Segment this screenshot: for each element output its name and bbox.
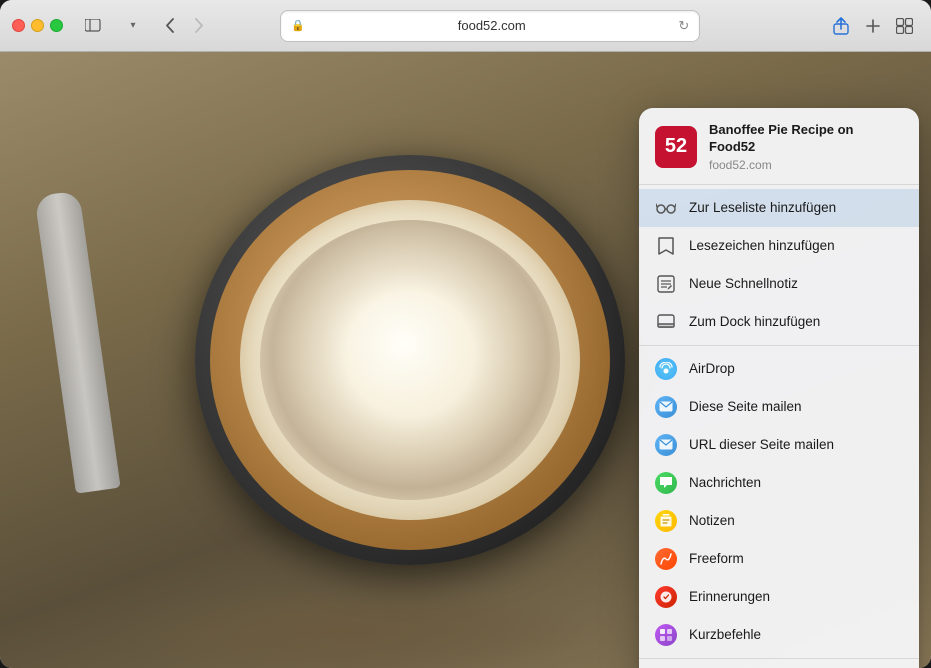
nav-buttons	[155, 12, 213, 40]
sidebar-toggle-button[interactable]	[79, 12, 107, 40]
messages-icon	[655, 472, 677, 494]
menu-item-reminders[interactable]: Erinnerungen	[639, 578, 919, 616]
pie-cream	[240, 200, 580, 520]
reminders-icon	[655, 586, 677, 608]
menu-item-bookmark-label: Lesezeichen hinzufügen	[689, 239, 835, 253]
cocoa-dusting	[260, 220, 560, 500]
menu-item-quicknote-label: Neue Schnellnotiz	[689, 277, 798, 291]
menu-item-bookmark[interactable]: Lesezeichen hinzufügen	[639, 227, 919, 265]
quicknote-icon	[655, 273, 677, 295]
menu-item-dock-label: Zum Dock hinzufügen	[689, 315, 820, 329]
plate	[195, 155, 625, 565]
menu-item-dock[interactable]: Zum Dock hinzufügen	[639, 303, 919, 341]
spoon-decoration	[34, 190, 120, 493]
tab-overview-button[interactable]	[891, 12, 919, 40]
menu-item-freeform[interactable]: Freeform	[639, 540, 919, 578]
minimize-button[interactable]	[31, 19, 44, 32]
share-menu: 52 Banoffee Pie Recipe on Food52 food52.…	[639, 108, 919, 668]
mail-url-icon	[655, 434, 677, 456]
menu-item-shortcuts[interactable]: Kurzbefehle	[639, 616, 919, 654]
menu-item-mail-page[interactable]: Diese Seite mailen	[639, 388, 919, 426]
site-info: Banoffee Pie Recipe on Food52 food52.com	[709, 122, 903, 172]
glasses-icon	[655, 197, 677, 219]
menu-item-shortcuts-label: Kurzbefehle	[689, 628, 761, 642]
menu-item-quicknote[interactable]: Neue Schnellnotiz	[639, 265, 919, 303]
content-area: 52 Banoffee Pie Recipe on Food52 food52.…	[0, 52, 931, 668]
browser-toolbar: ▾ 🔒 food52.com ↻	[0, 0, 931, 52]
reload-button[interactable]: ↻	[678, 18, 689, 34]
shortcuts-icon	[655, 624, 677, 646]
sidebar-chevron-icon[interactable]: ▾	[119, 12, 147, 40]
site-title: Banoffee Pie Recipe on Food52	[709, 122, 903, 156]
menu-divider-1	[639, 345, 919, 346]
menu-item-airdrop-label: AirDrop	[689, 362, 735, 376]
back-button[interactable]	[155, 12, 183, 40]
airdrop-icon	[655, 358, 677, 380]
menu-item-freeform-label: Freeform	[689, 552, 744, 566]
menu-item-notes[interactable]: Notizen	[639, 502, 919, 540]
maximize-button[interactable]	[50, 19, 63, 32]
share-button[interactable]	[827, 12, 855, 40]
menu-item-mail-page-label: Diese Seite mailen	[689, 400, 802, 414]
menu-header: 52 Banoffee Pie Recipe on Food52 food52.…	[639, 108, 919, 185]
menu-item-messages[interactable]: Nachrichten	[639, 464, 919, 502]
menu-footer: Erweiterungen bearbeiten ...	[639, 663, 919, 668]
traffic-lights	[12, 19, 63, 32]
menu-item-reminders-label: Erinnerungen	[689, 590, 770, 604]
menu-item-notes-label: Notizen	[689, 514, 735, 528]
forward-button[interactable]	[185, 12, 213, 40]
menu-item-reading-list-label: Zur Leseliste hinzufügen	[689, 201, 836, 215]
security-icon: 🔒	[291, 19, 305, 32]
toolbar-right-actions	[827, 12, 919, 40]
bookmark-icon	[655, 235, 677, 257]
menu-item-messages-label: Nachrichten	[689, 476, 761, 490]
menu-items-list: Zur Leseliste hinzufügen Lesezeichen hin…	[639, 185, 919, 668]
menu-item-reading-list[interactable]: Zur Leseliste hinzufügen	[639, 189, 919, 227]
menu-item-mail-url[interactable]: URL dieser Seite mailen	[639, 426, 919, 464]
menu-divider-2	[639, 658, 919, 659]
new-tab-button[interactable]	[859, 12, 887, 40]
address-bar[interactable]: 🔒 food52.com ↻	[280, 10, 700, 42]
browser-window: ▾ 🔒 food52.com ↻	[0, 0, 931, 668]
mail-page-icon	[655, 396, 677, 418]
url-display: food52.com	[311, 18, 672, 33]
dock-icon	[655, 311, 677, 333]
site-url-display: food52.com	[709, 158, 903, 172]
freeform-icon	[655, 548, 677, 570]
notes-icon	[655, 510, 677, 532]
pie-crust	[210, 170, 610, 550]
close-button[interactable]	[12, 19, 25, 32]
menu-item-mail-url-label: URL dieser Seite mailen	[689, 438, 834, 452]
site-logo: 52	[655, 126, 697, 168]
menu-item-airdrop[interactable]: AirDrop	[639, 350, 919, 388]
